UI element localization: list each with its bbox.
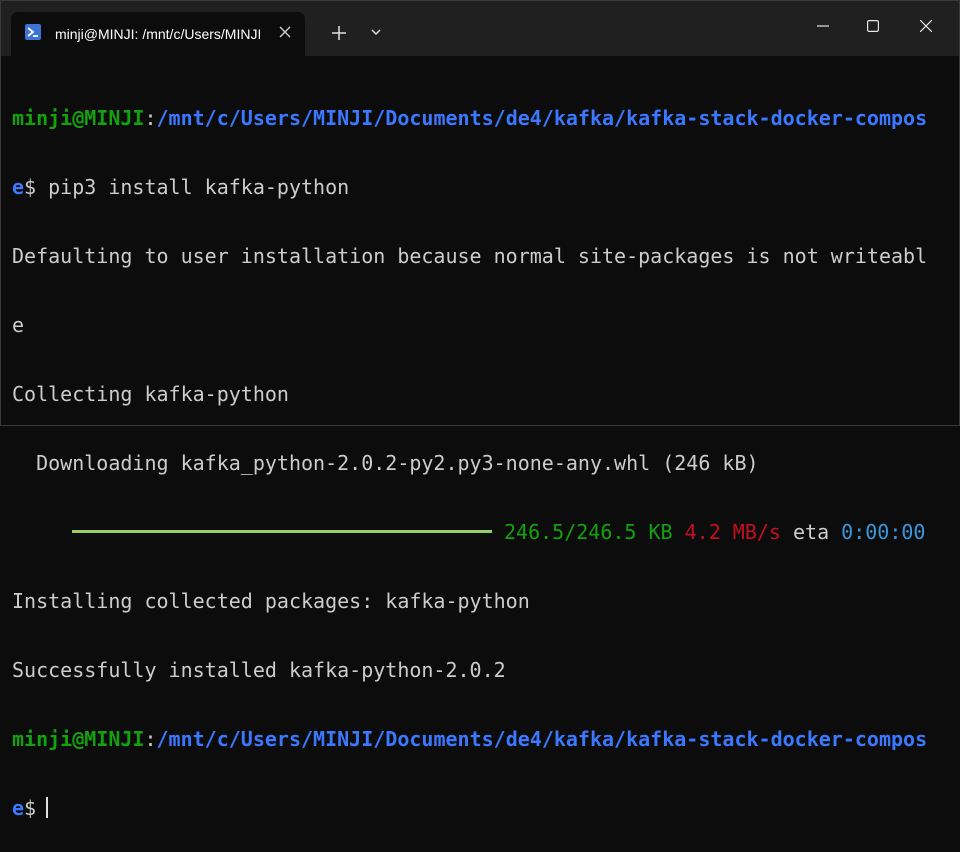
output-line: Collecting kafka-python (12, 382, 289, 406)
powershell-icon (25, 24, 41, 40)
new-tab-button[interactable] (321, 17, 357, 49)
prompt-separator: : (144, 106, 157, 130)
progress-line: 246.5/246.5 KB 4.2 MB/s eta 0:00:00 (12, 521, 942, 544)
prompt-path: /mnt/c/Users/MINJI/Documents/de4/kafka/k… (156, 727, 928, 751)
prompt-line-1: minji@MINJI:/mnt/c/Users/MINJI/Documents… (12, 107, 942, 130)
minimize-icon (817, 25, 829, 27)
prompt-symbol: $ (24, 796, 37, 820)
input-line[interactable]: e$ (12, 797, 942, 820)
tab-close-icon[interactable] (275, 22, 295, 42)
title-bar[interactable]: minji@MINJI: /mnt/c/Users/MINJI/Document… (1, 1, 959, 56)
close-icon (920, 20, 932, 32)
command-line: e$ pip3 install kafka-python (12, 176, 942, 199)
chevron-down-icon (371, 29, 381, 36)
prompt-path-wrap: e (12, 175, 25, 199)
output-line: Defaulting to user installation because … (12, 244, 928, 268)
prompt-line-2: minji@MINJI:/mnt/c/Users/MINJI/Documents… (12, 728, 942, 751)
profile-dropdown-button[interactable] (361, 17, 391, 49)
output-line: Installing collected packages: kafka-pyt… (12, 589, 530, 613)
terminal-window: minji@MINJI: /mnt/c/Users/MINJI/Document… (0, 0, 960, 820)
progress-eta: 0:00:00 (841, 520, 926, 544)
maximize-icon (867, 20, 879, 32)
close-button[interactable] (903, 1, 949, 53)
text-cursor (46, 797, 49, 818)
progress-rate: 4.2 MB/s (684, 520, 781, 544)
terminal-output[interactable]: minji@MINJI:/mnt/c/Users/MINJI/Documents… (12, 61, 942, 820)
prompt-symbol: $ (24, 175, 37, 199)
tab-title: minji@MINJI: /mnt/c/Users/MINJI/Document… (55, 26, 260, 42)
progress-size: 246.5/246.5 KB (504, 520, 673, 544)
output-line: e (12, 313, 25, 337)
active-tab[interactable]: minji@MINJI: /mnt/c/Users/MINJI/Document… (11, 12, 305, 56)
command-text: pip3 install kafka-python (36, 175, 350, 199)
prompt-path: /mnt/c/Users/MINJI/Documents/de4/kafka/k… (156, 106, 928, 130)
prompt-user: minji@MINJI (12, 106, 145, 130)
progress-eta-label: eta (793, 520, 830, 544)
prompt-path-wrap: e (12, 796, 25, 820)
download-progress-bar (72, 530, 492, 533)
output-line: Successfully installed kafka-python-2.0.… (12, 658, 506, 682)
prompt-user: minji@MINJI (12, 727, 145, 751)
plus-icon (332, 26, 346, 40)
prompt-separator: : (144, 727, 157, 751)
minimize-button[interactable] (800, 1, 846, 53)
output-line: Downloading kafka_python-2.0.2-py2.py3-n… (12, 451, 759, 475)
maximize-button[interactable] (850, 1, 896, 53)
